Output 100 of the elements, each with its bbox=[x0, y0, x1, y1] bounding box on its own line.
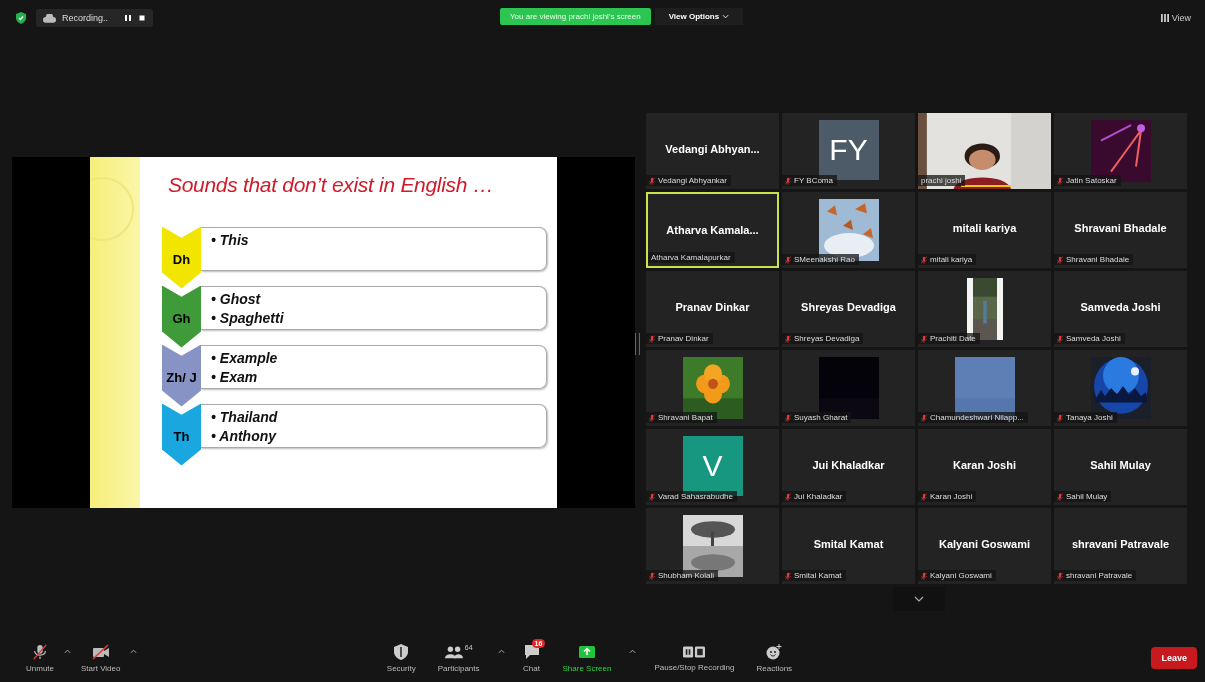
participant-name: Samveda Joshi bbox=[1080, 301, 1161, 313]
video-tile[interactable]: Atharva Kamala... Atharva Kamalapurkar bbox=[646, 192, 779, 268]
participant-name: shravani Patravale bbox=[1071, 538, 1170, 550]
caret-icon[interactable] bbox=[64, 648, 71, 654]
chevron-label: Th bbox=[162, 403, 201, 466]
video-tile[interactable]: FY FY BComa bbox=[782, 113, 915, 189]
video-tile[interactable]: Prachiti Date bbox=[918, 271, 1051, 347]
unmute-button[interactable]: Unmute bbox=[22, 643, 58, 673]
participant-name: Vedangi Abhyan... bbox=[665, 143, 760, 155]
chevron-label: Gh bbox=[162, 285, 201, 348]
bullet-text: • Anthony bbox=[211, 426, 278, 446]
bullet-text: • This bbox=[211, 230, 250, 250]
cloud-icon bbox=[43, 13, 56, 23]
participant-name: Shreyas Devadiga bbox=[801, 301, 896, 313]
recording-button[interactable]: Pause/Stop Recording bbox=[650, 644, 739, 672]
participant-label: SMeenakshi Rao bbox=[794, 255, 855, 264]
view-options-button[interactable]: View Options bbox=[654, 8, 744, 25]
video-off-icon bbox=[91, 643, 110, 660]
participant-label: shravani Patravale bbox=[1066, 571, 1133, 580]
participant-label: Chamundeshwari Nilapp... bbox=[930, 413, 1024, 422]
drag-handle[interactable] bbox=[635, 333, 640, 355]
video-tile[interactable]: mitali kariya mitali kariya bbox=[918, 192, 1051, 268]
video-tile[interactable]: Tanaya Joshi bbox=[1054, 350, 1187, 426]
video-tile[interactable]: Shreyas Devadiga Shreyas Devadiga bbox=[782, 271, 915, 347]
participant-label: Pranav Dinkar bbox=[658, 334, 709, 343]
screen-share-banner: You are viewing prachi joshi's screen bbox=[500, 8, 651, 25]
caret-icon[interactable] bbox=[497, 648, 505, 654]
video-tile[interactable]: Samveda Joshi Samveda Joshi bbox=[1054, 271, 1187, 347]
bullet-text: • Ghost bbox=[211, 289, 262, 309]
caret-icon bbox=[722, 14, 730, 19]
grid-icon bbox=[1160, 14, 1169, 22]
video-tile[interactable]: SMeenakshi Rao bbox=[782, 192, 915, 268]
participant-name: Kalyani Goswami bbox=[938, 538, 1031, 550]
participant-label: Atharva Kamalapurkar bbox=[651, 253, 731, 262]
view-button[interactable]: View bbox=[1154, 12, 1197, 24]
participant-label: Samveda Joshi bbox=[1066, 334, 1121, 343]
participant-name: Sahil Mulay bbox=[1090, 459, 1151, 471]
chevron-label: Dh bbox=[162, 226, 201, 289]
chevron-label: Zh/ J bbox=[162, 344, 201, 407]
video-tile[interactable]: Shubham Kolali bbox=[646, 508, 779, 584]
participant-label: Karan Joshi bbox=[930, 492, 973, 501]
video-tile[interactable]: Shravani Bapat bbox=[646, 350, 779, 426]
stop-icon[interactable] bbox=[138, 14, 147, 22]
participant-name: Atharva Kamala... bbox=[666, 224, 759, 236]
video-tile[interactable]: Karan Joshi Karan Joshi bbox=[918, 429, 1051, 505]
participant-label: Shravani Bapat bbox=[658, 413, 713, 422]
leave-button[interactable]: Leave bbox=[1151, 647, 1197, 669]
participant-name: Shravani Bhadale bbox=[1074, 222, 1167, 234]
video-tile[interactable]: Suyash Gharat bbox=[782, 350, 915, 426]
caret-icon[interactable] bbox=[130, 648, 138, 654]
video-tile[interactable]: shravani Patravale shravani Patravale bbox=[1054, 508, 1187, 584]
participant-name: Jui Khaladkar bbox=[812, 459, 885, 471]
caret-icon[interactable] bbox=[629, 648, 637, 654]
video-tile[interactable]: Jui Khaladkar Jui Khaladkar bbox=[782, 429, 915, 505]
participant-label: Tanaya Joshi bbox=[1066, 413, 1113, 422]
participant-label: Sahil Mulay bbox=[1066, 492, 1108, 501]
participant-label: Suyash Gharat bbox=[794, 413, 848, 422]
video-tile[interactable]: Shravani Bhadale Shravani Bhadale bbox=[1054, 192, 1187, 268]
participant-label: Prachiti Date bbox=[930, 334, 976, 343]
reactions-button[interactable]: Reactions bbox=[752, 643, 797, 673]
video-tile[interactable]: Chamundeshwari Nilapp... bbox=[918, 350, 1051, 426]
start-video-button[interactable]: Start Video bbox=[77, 643, 125, 673]
bullet-text: • Example bbox=[211, 348, 279, 368]
muted-mic-icon bbox=[31, 643, 49, 660]
participant-name: Smital Kamat bbox=[813, 538, 884, 550]
initials-avatar: FY bbox=[818, 120, 879, 180]
participant-label: Kalyani Goswami bbox=[930, 571, 992, 580]
video-tile[interactable]: prachi joshi bbox=[918, 113, 1051, 189]
slide-title: Sounds that don’t exist in English … bbox=[168, 172, 495, 197]
chevron-down-icon bbox=[914, 596, 924, 602]
video-tile[interactable]: Jatin Satoskar bbox=[1054, 113, 1187, 189]
participant-label: Vedangi Abhyankar bbox=[658, 176, 727, 185]
video-tile[interactable]: Vedangi Abhyan... Vedangi Abhyankar bbox=[646, 113, 779, 189]
security-button[interactable]: Security bbox=[382, 643, 420, 673]
share-screen-icon bbox=[578, 643, 596, 660]
smiley-icon bbox=[765, 643, 784, 660]
participant-label: Smital Kamat bbox=[794, 571, 842, 580]
video-tile[interactable]: Kalyani Goswami Kalyani Goswami bbox=[918, 508, 1051, 584]
participant-label: mitali kariya bbox=[930, 255, 973, 264]
participant-label: prachi joshi bbox=[921, 176, 962, 185]
participant-label: Shravani Bhadale bbox=[1066, 255, 1130, 264]
chat-bubble-icon bbox=[522, 643, 541, 660]
share-screen-button[interactable]: Share Screen bbox=[558, 643, 616, 673]
bullet-text: • Exam bbox=[211, 367, 259, 387]
video-tile[interactable]: Pranav Dinkar Pranav Dinkar bbox=[646, 271, 779, 347]
participant-name: mitali kariya bbox=[952, 222, 1017, 234]
pause-stop-icon bbox=[683, 644, 706, 659]
video-tile[interactable]: Smital Kamat Smital Kamat bbox=[782, 508, 915, 584]
bullet-text: • Thailand bbox=[211, 407, 279, 427]
shield-icon[interactable] bbox=[16, 12, 26, 24]
shield-icon bbox=[392, 643, 411, 660]
video-tile[interactable]: V Varad Sahasrabudhe bbox=[646, 429, 779, 505]
participant-label: Jatin Satoskar bbox=[1066, 176, 1117, 185]
participant-label: Shreyas Devadiga bbox=[794, 334, 860, 343]
pause-icon[interactable] bbox=[124, 14, 133, 22]
bullet-text: • Spaghetti bbox=[211, 308, 285, 328]
video-tile[interactable]: Sahil Mulay Sahil Mulay bbox=[1054, 429, 1187, 505]
participant-label: Jui Khaladkar bbox=[794, 492, 843, 501]
recording-label: Recording.. bbox=[62, 13, 109, 23]
participant-name: Pranav Dinkar bbox=[675, 301, 750, 313]
